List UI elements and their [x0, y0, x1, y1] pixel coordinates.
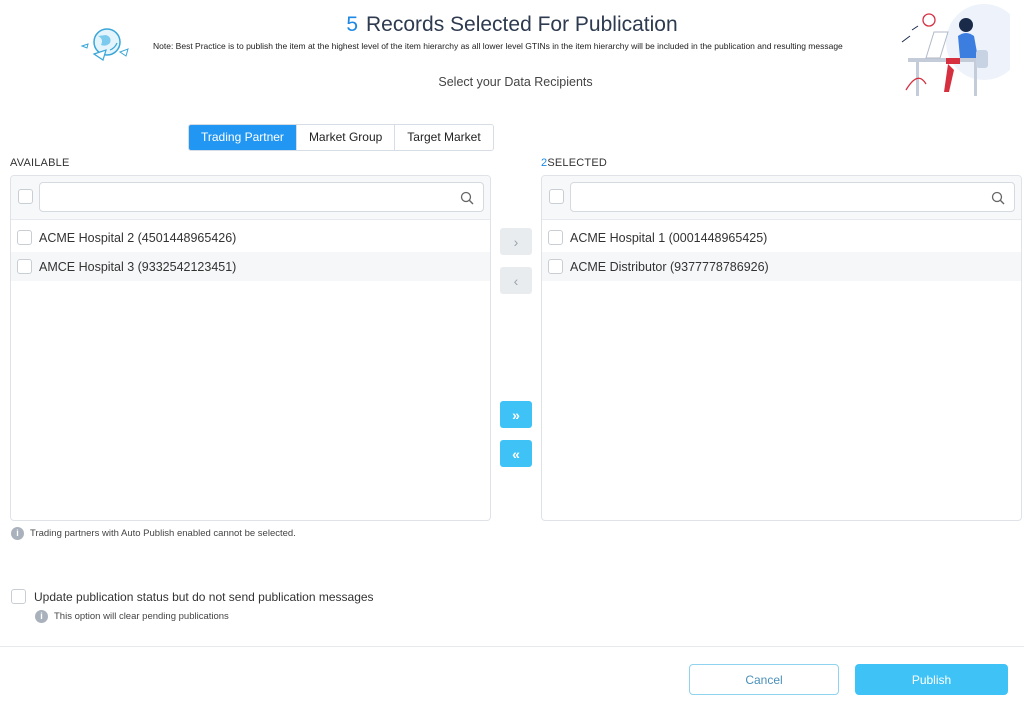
- item-checkbox[interactable]: [548, 230, 563, 245]
- item-label: ACME Hospital 2 (4501448965426): [39, 230, 237, 245]
- record-count: 5: [346, 13, 358, 36]
- update-status-label: Update publication status but do not sen…: [34, 589, 374, 604]
- publication-dialog: 5 Records Selected For Publication Note: …: [0, 0, 1024, 701]
- info-icon: i: [11, 527, 24, 540]
- person-at-desk-illustration: [901, 4, 1010, 96]
- item-checkbox[interactable]: [17, 230, 32, 245]
- clear-pending-hint-text: This option will clear pending publicati…: [54, 611, 229, 623]
- move-right-button[interactable]: ›: [500, 228, 532, 255]
- list-item[interactable]: ACME Distributor (9377778786926): [542, 252, 1021, 281]
- search-icon[interactable]: [460, 191, 474, 205]
- item-checkbox[interactable]: [548, 259, 563, 274]
- best-practice-note: Note: Best Practice is to publish the it…: [153, 41, 843, 51]
- update-status-checkbox[interactable]: [11, 589, 26, 604]
- move-all-left-button[interactable]: «: [500, 440, 532, 467]
- item-label: ACME Hospital 1 (0001448965425): [570, 230, 768, 245]
- selected-list: ACME Hospital 1 (0001448965425) ACME Dis…: [542, 220, 1021, 281]
- selected-list-panel: ACME Hospital 1 (0001448965425) ACME Dis…: [541, 175, 1022, 521]
- item-label: ACME Distributor (9377778786926): [570, 259, 769, 274]
- available-list-panel: ACME Hospital 2 (4501448965426) AMCE Hos…: [10, 175, 491, 521]
- auto-publish-hint: i Trading partners with Auto Publish enab…: [11, 527, 296, 540]
- available-search-box: [39, 182, 484, 212]
- selected-list-header: [542, 176, 1021, 220]
- list-item[interactable]: AMCE Hospital 3 (9332542123451): [11, 252, 490, 281]
- selected-heading: 2SELECTED: [541, 157, 607, 169]
- item-checkbox[interactable]: [17, 259, 32, 274]
- tab-market-group[interactable]: Market Group: [295, 125, 395, 150]
- available-search-input[interactable]: [40, 183, 440, 211]
- publish-button[interactable]: Publish: [855, 664, 1008, 695]
- available-label: AVAILABLE: [10, 157, 70, 169]
- recipient-type-tabs: Trading Partner Market Group Target Mark…: [188, 124, 494, 151]
- list-item[interactable]: ACME Hospital 1 (0001448965425): [542, 223, 1021, 252]
- title-text: Records Selected For Publication: [366, 13, 678, 36]
- subtitle: Select your Data Recipients: [438, 75, 593, 89]
- tab-trading-partner[interactable]: Trading Partner: [189, 125, 296, 150]
- selected-search-input[interactable]: [571, 183, 971, 211]
- info-icon: i: [35, 610, 48, 623]
- update-status-option[interactable]: Update publication status but do not sen…: [11, 589, 374, 604]
- move-left-button[interactable]: ‹: [500, 267, 532, 294]
- selected-label: SELECTED: [547, 157, 608, 169]
- search-icon[interactable]: [991, 191, 1005, 205]
- move-all-right-button[interactable]: »: [500, 401, 532, 428]
- available-select-all-checkbox[interactable]: [18, 189, 33, 204]
- item-label: AMCE Hospital 3 (9332542123451): [39, 259, 237, 274]
- clear-pending-hint: i This option will clear pending publicat…: [35, 610, 229, 623]
- selected-select-all-checkbox[interactable]: [549, 189, 564, 204]
- footer-divider: [0, 646, 1024, 647]
- available-list-header: [11, 176, 490, 220]
- cancel-button[interactable]: Cancel: [689, 664, 839, 695]
- dialog-title: 5 Records Selected For Publication: [0, 13, 1024, 37]
- auto-publish-hint-text: Trading partners with Auto Publish enabl…: [30, 528, 296, 540]
- available-list: ACME Hospital 2 (4501448965426) AMCE Hos…: [11, 220, 490, 281]
- selected-search-box: [570, 182, 1015, 212]
- list-item[interactable]: ACME Hospital 2 (4501448965426): [11, 223, 490, 252]
- tab-target-market[interactable]: Target Market: [394, 125, 493, 150]
